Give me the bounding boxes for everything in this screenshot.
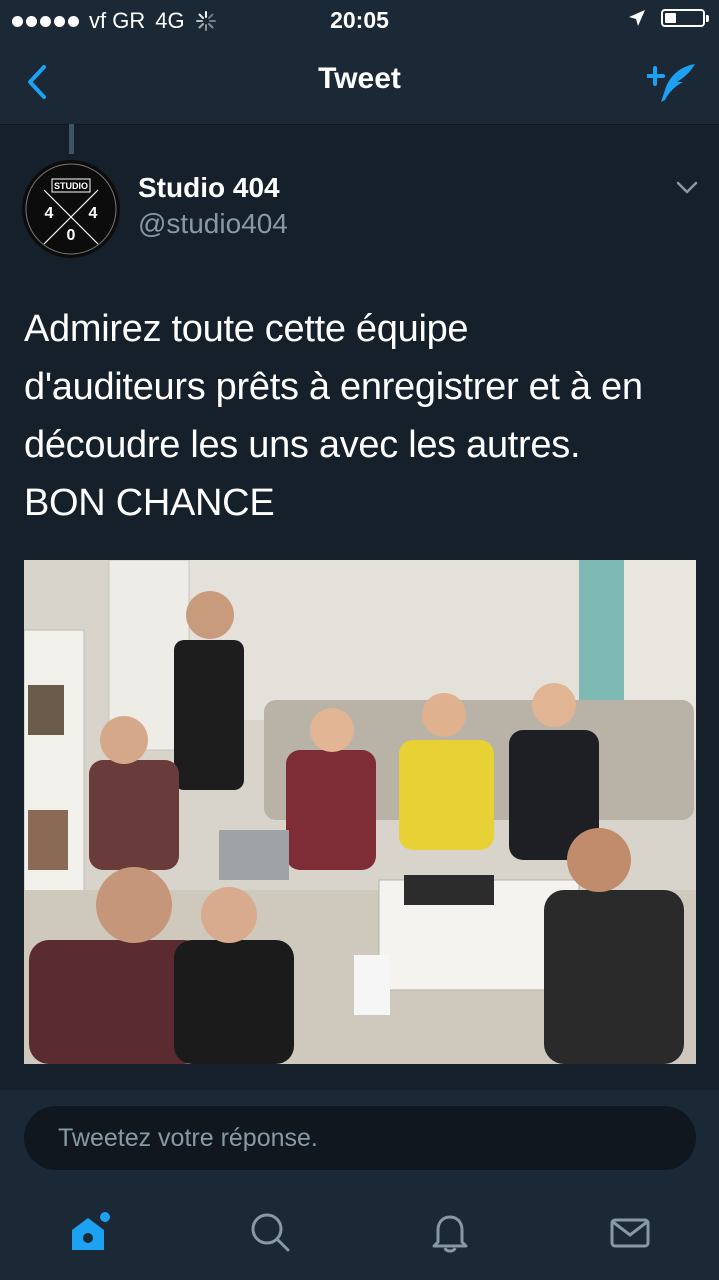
envelope-icon[interactable] [608,1210,652,1254]
author-name[interactable]: Studio 404 [138,172,280,204]
compose-tweet-icon[interactable] [647,60,699,106]
status-time: 20:05 [330,7,389,33]
tweet-photo[interactable] [24,560,696,1064]
nav-bar: Tweet [0,40,719,125]
avatar-top-text: STUDIO [54,181,88,191]
status-bar: vf GR 4G 20:05 [0,0,719,40]
avatar[interactable]: STUDIO 4 0 4 [22,160,120,258]
bell-icon[interactable] [428,1210,472,1254]
avatar-digit-left: 4 [45,205,54,222]
thread-connector [69,124,74,154]
search-icon[interactable] [248,1210,292,1254]
avatar-digit-right: 4 [89,205,98,222]
status-right [627,8,709,28]
tweet-text: Admirez toute cette équipe d'auditeurs p… [24,308,643,524]
author-handle[interactable]: @studio404 [138,208,288,240]
battery-icon [661,9,709,27]
group-photo-image [24,560,696,1064]
tab-bar [0,1190,719,1280]
studio404-logo: STUDIO 4 0 4 [25,163,117,255]
reply-input[interactable] [24,1106,696,1170]
home-icon[interactable] [68,1210,112,1254]
avatar-digit-bottom: 0 [67,227,76,244]
battery-level [665,13,676,23]
location-arrow-icon [629,10,645,26]
chevron-down-icon[interactable] [675,180,699,196]
page-title: Tweet [318,62,401,95]
